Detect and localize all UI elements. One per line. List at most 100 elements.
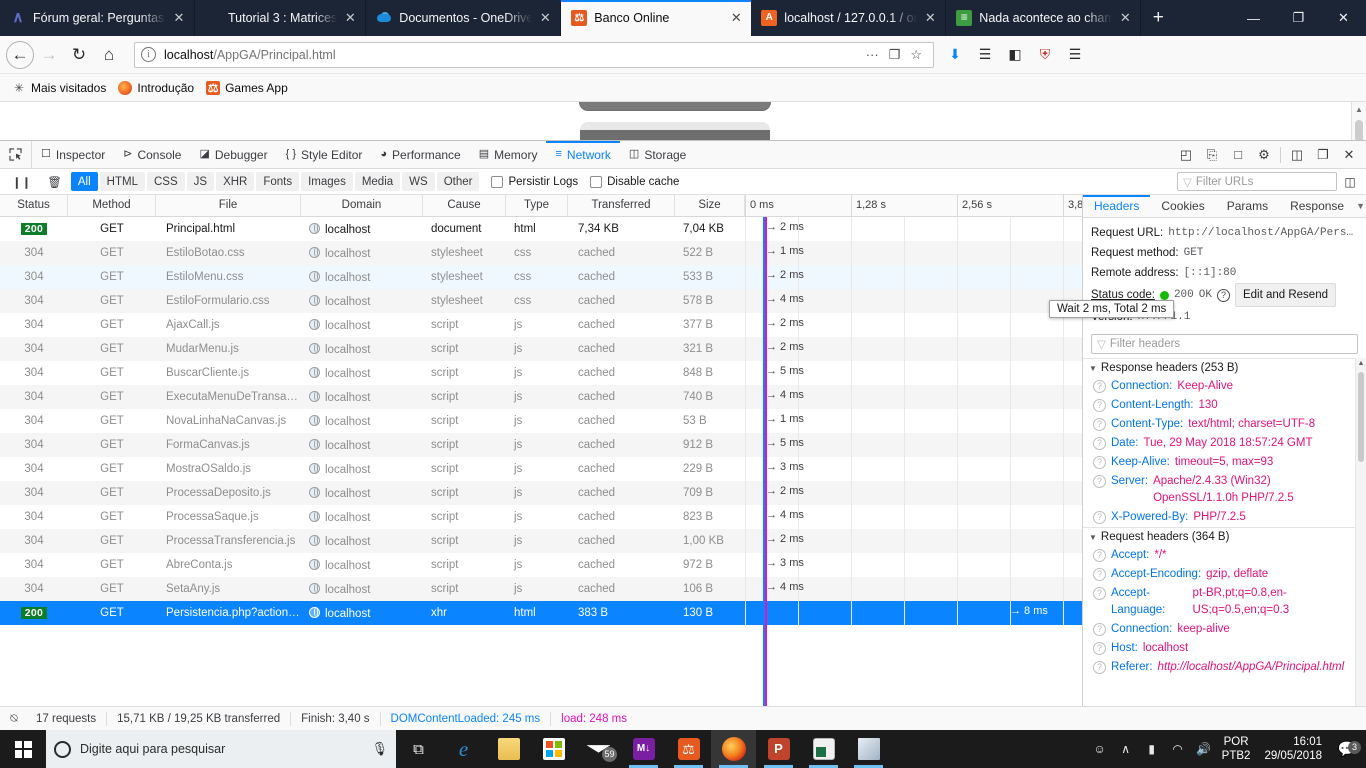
filter-xhr[interactable]: XHR bbox=[216, 172, 255, 191]
close-icon[interactable]: ✕ bbox=[536, 9, 554, 27]
browser-tab[interactable]: ∧ Fórum geral: Perguntas & ... ✕ bbox=[0, 0, 195, 36]
reader-mode-icon[interactable]: ❐ bbox=[884, 47, 906, 63]
shield-icon[interactable]: ⛨ bbox=[1030, 40, 1060, 70]
browser-tab[interactable]: Nada acontece ao chama ✕ bbox=[946, 0, 1142, 36]
network-summary-icon[interactable]: ⍉ bbox=[4, 709, 24, 729]
close-icon[interactable]: ✕ bbox=[727, 9, 745, 27]
help-icon[interactable]: ? bbox=[1093, 568, 1106, 581]
filter-fonts[interactable]: Fonts bbox=[256, 172, 300, 191]
response-headers-group[interactable]: ▼ Response headers (253 B) bbox=[1083, 358, 1355, 377]
scroll-up-icon[interactable]: ▲ bbox=[1352, 102, 1366, 117]
tab-inspector[interactable]: ☐ Inspector bbox=[32, 141, 114, 168]
column-header-waterfall[interactable]: 0 ms 1,28 s 2,56 s 3,84 s bbox=[745, 195, 1082, 216]
home-button[interactable]: ⌂ bbox=[94, 40, 124, 70]
search-input[interactable]: Digite aqui para pesquisar 🎙 bbox=[46, 730, 396, 768]
language-indicator[interactable]: POR PTB2 bbox=[1218, 735, 1255, 763]
screenshot-icon[interactable]: □ bbox=[1225, 142, 1251, 168]
tab-storage[interactable]: ◫ Storage bbox=[620, 141, 695, 168]
table-row[interactable]: 304 GET BuscarCliente.js localhost script js c… bbox=[0, 361, 1082, 385]
close-icon[interactable]: ✕ bbox=[1116, 9, 1134, 27]
excel-icon[interactable] bbox=[801, 730, 846, 768]
filter-media[interactable]: Media bbox=[354, 172, 401, 191]
table-row[interactable]: 304 GET ProcessaDeposito.js localhost script… bbox=[0, 481, 1082, 505]
filter-urls-input[interactable]: ▽ Filter URLs bbox=[1177, 172, 1337, 191]
help-icon[interactable]: ? bbox=[1093, 661, 1106, 674]
tab-performance[interactable]: ◕ Performance bbox=[371, 141, 469, 168]
volume-icon[interactable]: 🔊 bbox=[1192, 742, 1216, 756]
downloads-icon[interactable]: ⬇ bbox=[940, 40, 970, 70]
details-tab-response[interactable]: Response bbox=[1279, 195, 1355, 217]
table-row[interactable]: 304 GET ExecutaMenuDeTransaco... localhost s… bbox=[0, 385, 1082, 409]
maximize-button[interactable]: ❐ bbox=[1276, 0, 1321, 36]
toggle-details-pane-icon[interactable]: ◫ bbox=[1339, 172, 1361, 192]
headers-scroll-area[interactable]: ▼ Response headers (253 B) ? Connection: K… bbox=[1083, 358, 1366, 706]
tab-console[interactable]: ⊳ Console bbox=[114, 141, 190, 168]
page-actions-icon[interactable]: ··· bbox=[861, 47, 884, 62]
chevron-down-icon[interactable]: ▼ bbox=[1355, 195, 1366, 217]
mail-icon[interactable]: 59 bbox=[576, 730, 621, 768]
disable-cache-checkbox[interactable]: Disable cache bbox=[590, 175, 679, 188]
request-headers-group[interactable]: ▼ Request headers (364 B) bbox=[1083, 527, 1355, 546]
show-hidden-icons-icon[interactable]: ∧ bbox=[1114, 742, 1138, 756]
help-icon[interactable]: ? bbox=[1093, 399, 1106, 412]
help-icon[interactable]: ? bbox=[1093, 456, 1106, 469]
cortana-circle-icon[interactable] bbox=[54, 740, 71, 758]
close-devtools-icon[interactable]: ✕ bbox=[1336, 142, 1362, 168]
help-icon[interactable]: ? bbox=[1093, 475, 1106, 488]
new-tab-button[interactable]: + bbox=[1141, 0, 1175, 36]
sidebars-icon[interactable]: ◧ bbox=[1000, 40, 1030, 70]
close-icon[interactable]: ✕ bbox=[921, 9, 939, 27]
battery-icon[interactable]: ▮ bbox=[1140, 742, 1164, 756]
browser-tab[interactable]: Tutorial 3 : Matrices ✕ bbox=[195, 0, 367, 36]
column-header-status[interactable]: Status bbox=[0, 195, 68, 216]
details-tab-headers[interactable]: Headers bbox=[1083, 195, 1151, 217]
close-icon[interactable]: ✕ bbox=[170, 9, 188, 27]
microphone-icon[interactable]: 🎙 bbox=[371, 741, 388, 757]
clock[interactable]: 16:01 29/05/2018 bbox=[1256, 735, 1330, 763]
bookmark-games-app[interactable]: ⚖ Games App bbox=[200, 79, 294, 97]
people-icon[interactable]: ☺ bbox=[1088, 742, 1112, 756]
close-icon[interactable]: ✕ bbox=[341, 9, 359, 27]
pause-icon[interactable]: ❙❙ bbox=[5, 172, 38, 191]
page-button-top[interactable] bbox=[580, 102, 770, 110]
table-row[interactable]: 304 GET AjaxCall.js localhost script js cached… bbox=[0, 313, 1082, 337]
windows-start-icon[interactable] bbox=[0, 730, 46, 768]
help-icon[interactable]: ? bbox=[1093, 437, 1106, 450]
reload-button[interactable]: ↻ bbox=[64, 40, 94, 70]
browser-tab-active[interactable]: ⚖ Banco Online ✕ bbox=[561, 0, 752, 36]
details-tab-cookies[interactable]: Cookies bbox=[1150, 195, 1215, 217]
network-rows-container[interactable]: 200 GET Principal.html localhost document htm… bbox=[0, 217, 1082, 706]
table-row[interactable]: 304 GET NovaLinhaNaCanvas.js localhost scrip… bbox=[0, 409, 1082, 433]
twisty-icon[interactable]: ▼ bbox=[1089, 533, 1097, 542]
table-row[interactable]: 304 GET ProcessaTransferencia.js localhost s… bbox=[0, 529, 1082, 553]
filter-headers-input[interactable]: ▽ Filter headers bbox=[1091, 334, 1358, 354]
filter-images[interactable]: Images bbox=[301, 172, 353, 191]
filter-all[interactable]: All bbox=[70, 172, 98, 191]
filter-html[interactable]: HTML bbox=[99, 172, 145, 191]
table-row[interactable]: 304 GET EstiloBotao.css localhost stylesheet… bbox=[0, 241, 1082, 265]
help-icon[interactable]: ? bbox=[1093, 623, 1106, 636]
table-row[interactable]: 304 GET FormaCanvas.js localhost script js cac… bbox=[0, 433, 1082, 457]
split-console-icon[interactable]: ⎘ bbox=[1199, 142, 1225, 168]
persist-logs-checkbox[interactable]: Persistir Logs bbox=[491, 175, 578, 188]
twisty-icon[interactable]: ▼ bbox=[1089, 364, 1097, 373]
column-header-method[interactable]: Method bbox=[68, 195, 156, 216]
page-info-icon[interactable]: i bbox=[141, 47, 156, 62]
table-row[interactable]: 304 GET AbreConta.js localhost script js cache… bbox=[0, 553, 1082, 577]
column-header-size[interactable]: Size bbox=[675, 195, 745, 216]
help-icon[interactable]: ? bbox=[1093, 511, 1106, 524]
filter-css[interactable]: CSS bbox=[146, 172, 185, 191]
microsoft-store-icon[interactable] bbox=[531, 730, 576, 768]
notepad-icon[interactable] bbox=[846, 730, 891, 768]
column-header-cause[interactable]: Cause bbox=[423, 195, 506, 216]
action-center-icon[interactable]: 💬 3 bbox=[1332, 740, 1362, 758]
help-icon[interactable]: ? bbox=[1093, 418, 1106, 431]
help-icon[interactable]: ? bbox=[1093, 380, 1106, 393]
tab-network[interactable]: ≡ Network bbox=[546, 141, 621, 168]
url-bar[interactable]: i localhost/AppGA/Principal.html ··· ❐ ☆ bbox=[134, 41, 934, 68]
hamburger-menu-icon[interactable]: ☰ bbox=[1060, 40, 1090, 70]
filter-js[interactable]: JS bbox=[186, 172, 215, 191]
table-row[interactable]: 304 GET SetaAny.js localhost script js cached 1… bbox=[0, 577, 1082, 601]
column-header-type[interactable]: Type bbox=[506, 195, 568, 216]
powerpoint-icon[interactable]: P bbox=[756, 730, 801, 768]
